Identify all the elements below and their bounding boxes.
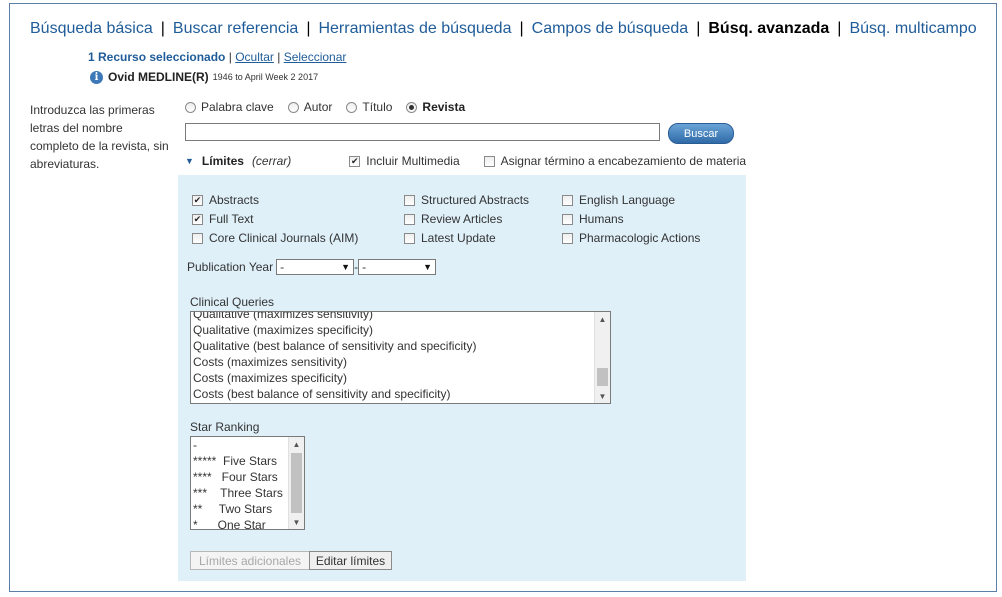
scroll-thumb[interactable] (291, 453, 302, 513)
tab-1[interactable]: Búsqueda básica (30, 20, 153, 37)
checkbox-icon[interactable] (192, 213, 203, 225)
search-input[interactable] (185, 123, 660, 141)
checkbox-icon[interactable] (192, 194, 203, 206)
database-range: 1946 to April Week 2 2017 (212, 72, 319, 82)
resource-selection: 1 Recurso seleccionado | Ocultar | Selec… (88, 50, 347, 64)
checkbox-icon[interactable] (562, 194, 573, 206)
star-ranking-label: Star Ranking (190, 420, 260, 434)
list-item[interactable]: ***** Five Stars (193, 453, 288, 469)
search-tabs: Búsqueda básica | Buscar referencia | Herram… (30, 20, 977, 38)
checkbox-icon[interactable] (349, 155, 361, 167)
resources-selected: 1 Recurso seleccionado (88, 50, 226, 64)
database-name: Ovid MEDLINE(R) (108, 70, 209, 84)
search-mode-radio-1[interactable]: Palabra clave (185, 100, 274, 114)
list-item[interactable]: *** Three Stars (193, 485, 288, 501)
limit-checkbox-col2-2[interactable]: Review Articles (404, 212, 502, 226)
radio-icon[interactable] (185, 101, 196, 113)
publication-year-from-select[interactable]: - ▼ (276, 259, 355, 275)
limits-panel: Publication Year - ▼ - - ▼ Clinical Querie… (178, 175, 746, 581)
list-item[interactable]: Qualitative (maximizes sensitivity) (193, 312, 594, 322)
list-item[interactable]: Costs (maximizes sensitivity) (193, 354, 594, 370)
list-item[interactable]: **** Four Stars (193, 469, 288, 485)
scroll-thumb[interactable] (597, 368, 608, 386)
limits-title: Límites (201, 154, 244, 168)
tab-separator: | (519, 20, 524, 37)
star-ranking-listbox[interactable]: - ***** Five Stars **** Four Stars *** Thre… (190, 436, 305, 530)
additional-limits-button[interactable]: Límites adicionales (190, 551, 310, 570)
tab-2[interactable]: Buscar referencia (173, 20, 298, 37)
limit-checkbox-col3-2[interactable]: Humans (562, 212, 624, 226)
search-button[interactable]: Buscar (668, 123, 734, 144)
edit-limits-button[interactable]: Editar límites (309, 551, 392, 570)
tab-5[interactable]: Búsq. avanzada (708, 20, 829, 37)
limit-checkbox-col1-2[interactable]: Full Text (192, 212, 253, 226)
map-subject-heading-checkbox[interactable]: Asignar término a encabezamiento de mate… (483, 154, 746, 168)
checkbox-icon[interactable] (192, 232, 203, 244)
radio-icon[interactable] (346, 101, 358, 113)
scrollbar[interactable]: ▲ ▼ (594, 312, 610, 403)
scroll-up-icon[interactable]: ▲ (289, 437, 304, 451)
publication-year-to-select[interactable]: - ▼ (358, 259, 437, 275)
main-frame: Búsqueda básica | Buscar referencia | Herram… (9, 3, 997, 592)
database-line: i Ovid MEDLINE(R) 1946 to April Week 2 2… (90, 70, 318, 84)
checkbox-icon[interactable] (562, 232, 573, 244)
search-mode-radio-4[interactable]: Revista (406, 100, 465, 114)
limits-header: ▼ Límites (cerrar) Incluir Multimedia As… (185, 154, 746, 168)
collapse-triangle-icon[interactable]: ▼ (185, 156, 194, 166)
list-item[interactable]: Qualitative (best balance of sensitivity… (193, 338, 594, 354)
list-item[interactable]: ** Two Stars (193, 501, 288, 517)
clinical-queries-listbox[interactable]: Qualitative (maximizes sensitivity) Quali… (190, 311, 611, 404)
limit-checkbox-col1-1[interactable]: Abstracts (192, 193, 259, 207)
dropdown-arrow-icon: ▼ (341, 262, 351, 272)
limits-close-link[interactable]: (cerrar) (252, 154, 291, 168)
list-item[interactable]: Costs (maximizes specificity) (193, 370, 594, 386)
tab-separator: | (160, 20, 165, 37)
checkbox-icon[interactable] (404, 213, 415, 225)
list-item[interactable]: Qualitative (maximizes specificity) (193, 322, 594, 338)
search-mode-radio-2[interactable]: Autor (287, 100, 332, 114)
checkbox-icon[interactable] (404, 194, 415, 206)
publication-year: Publication Year - ▼ - - ▼ (187, 259, 437, 275)
limit-checkbox-col1-3[interactable]: Core Clinical Journals (AIM) (192, 231, 358, 245)
limit-checkbox-col2-3[interactable]: Latest Update (404, 231, 496, 245)
list-item[interactable]: - (193, 437, 288, 453)
tab-separator: | (837, 20, 842, 37)
tab-4[interactable]: Campos de búsqueda (532, 20, 689, 37)
hide-link[interactable]: Ocultar (235, 50, 274, 64)
search-mode-radio-3[interactable]: Título (346, 100, 392, 114)
tab-separator: | (306, 20, 311, 37)
scroll-down-icon[interactable]: ▼ (595, 389, 610, 403)
dropdown-arrow-icon: ▼ (423, 262, 433, 272)
radio-icon[interactable] (406, 101, 418, 113)
include-multimedia-checkbox[interactable]: Incluir Multimedia (349, 154, 460, 168)
checkbox-icon[interactable] (404, 232, 415, 244)
list-item[interactable]: Costs (best balance of sensitivity and s… (193, 386, 594, 402)
limit-checkbox-col2-1[interactable]: Structured Abstracts (404, 193, 529, 207)
radio-icon[interactable] (287, 101, 299, 113)
limit-checkbox-col3-3[interactable]: Pharmacologic Actions (562, 231, 700, 245)
checkbox-icon[interactable] (562, 213, 573, 225)
checkbox-icon[interactable] (483, 155, 495, 167)
search-instructions: Introduzca las primeras letras del nombr… (30, 103, 169, 171)
clinical-queries-label: Clinical Queries (190, 295, 275, 309)
tab-6[interactable]: Búsq. multicampo (849, 20, 976, 37)
scrollbar[interactable]: ▲ ▼ (288, 437, 304, 529)
list-item[interactable]: * One Star (193, 517, 288, 529)
scroll-up-icon[interactable]: ▲ (595, 312, 610, 326)
tab-separator: | (696, 20, 701, 37)
tab-3[interactable]: Herramientas de búsqueda (318, 20, 511, 37)
scroll-down-icon[interactable]: ▼ (289, 515, 304, 529)
search-mode-radios: Palabra clave Autor Título Revista (185, 100, 479, 114)
info-icon[interactable]: i (90, 70, 103, 84)
select-link[interactable]: Seleccionar (284, 50, 347, 64)
limit-checkbox-col3-1[interactable]: English Language (562, 193, 675, 207)
